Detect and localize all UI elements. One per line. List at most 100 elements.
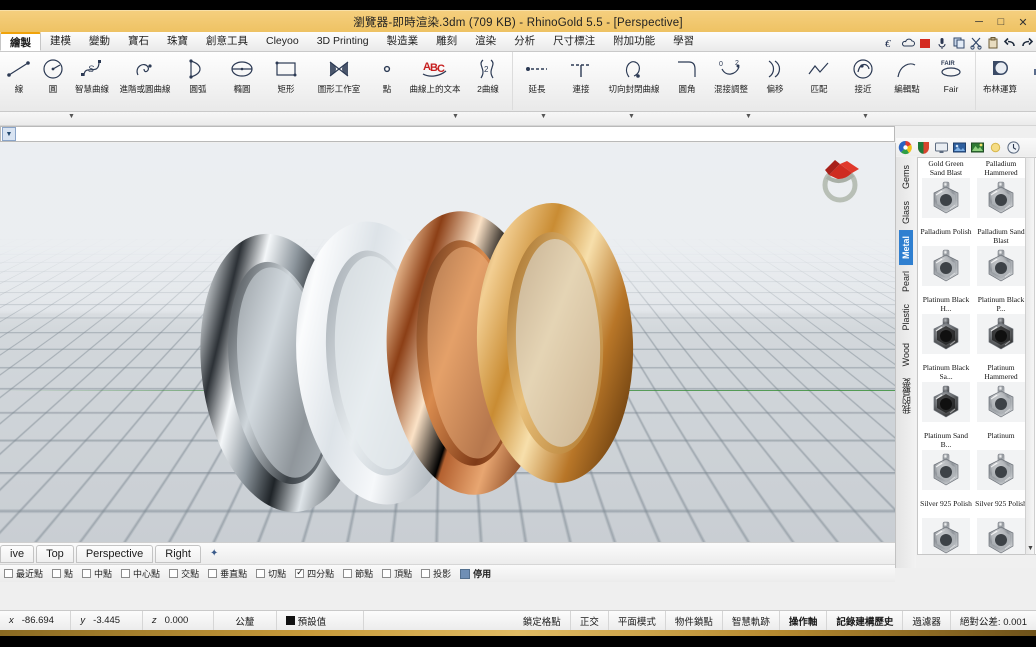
red-square-icon[interactable]: [918, 36, 932, 50]
material-item[interactable]: Palladium Sand Blast: [975, 228, 1027, 291]
display-monitor-icon[interactable]: [934, 140, 949, 155]
osnap-0[interactable]: 最近點: [0, 567, 47, 580]
osnap-checkbox[interactable]: [343, 569, 353, 578]
cut-icon[interactable]: [969, 36, 983, 50]
osnap-checkbox[interactable]: [169, 569, 179, 578]
status-toggle-2[interactable]: 平面模式: [609, 610, 666, 631]
color-wheel-icon[interactable]: [898, 140, 913, 155]
viewport-tab-top[interactable]: Top: [36, 544, 74, 563]
minimize-button[interactable]: ─: [968, 16, 990, 28]
ribbon-button-rectangle[interactable]: 矩形: [264, 52, 308, 110]
microphone-icon[interactable]: [935, 36, 949, 50]
undo-icon[interactable]: [1003, 36, 1017, 50]
status-toggle-4[interactable]: 智慧軌跡: [723, 610, 780, 631]
ribbon-button-advanced-curve[interactable]: 進階或圓曲線: [114, 52, 176, 110]
maximize-button[interactable]: □: [990, 16, 1012, 28]
viewport-tab-perspective[interactable]: Perspective: [75, 544, 154, 563]
status-toggle-7[interactable]: 過濾器: [903, 610, 951, 631]
material-thumbnail[interactable]: [977, 517, 1025, 554]
light-sun-icon[interactable]: [988, 140, 1003, 155]
material-tab-metal[interactable]: Metal: [899, 230, 913, 266]
ribbon-button-blend-adjust[interactable]: 0 2 混接調整: [709, 52, 753, 110]
material-item[interactable]: Palladium Polish: [920, 228, 972, 291]
ribbon-tab-7[interactable]: 3D Printing: [308, 32, 378, 51]
ribbon-tab-13[interactable]: 附加功能: [604, 32, 664, 51]
close-button[interactable]: ✕: [1012, 16, 1034, 29]
osnap-9[interactable]: 頂點: [378, 567, 416, 580]
ring-preview-gizmo-icon[interactable]: [815, 151, 869, 203]
material-thumbnail[interactable]: [922, 381, 970, 427]
material-item[interactable]: Platinum Hammered: [975, 364, 1027, 427]
ribbon-tab-9[interactable]: 雕刻: [427, 32, 466, 51]
ribbon-tab-6[interactable]: Cleyoo: [257, 32, 308, 51]
ribbon-button-line[interactable]: 線: [2, 52, 36, 110]
osnap-5[interactable]: 垂直點: [204, 567, 251, 580]
material-item[interactable]: Silver 925 Polish: [920, 500, 972, 554]
status-units[interactable]: 公釐: [214, 610, 277, 631]
ribbon-button-connect[interactable]: 連接: [559, 52, 603, 110]
osnap-7[interactable]: 四分點: [291, 567, 338, 580]
osnap-6[interactable]: 切點: [252, 567, 290, 580]
ribbon-button-tangent-close[interactable]: 切向封閉曲線: [603, 52, 665, 110]
expander-caret[interactable]: ▼: [452, 113, 459, 120]
ribbon-button-trim[interactable]: 剪切: [1022, 52, 1036, 110]
ribbon-tab-3[interactable]: 寶石: [119, 32, 158, 51]
expander-caret[interactable]: ▼: [628, 113, 635, 120]
ribbon-tab-0[interactable]: 繪製: [0, 32, 41, 51]
expander-caret[interactable]: ▼: [862, 113, 869, 120]
material-thumbnail[interactable]: [977, 449, 1025, 495]
ribbon-tab-1[interactable]: 建模: [41, 32, 80, 51]
material-item[interactable]: Silver 925 Polish: [975, 500, 1027, 554]
command-input-bar[interactable]: ▼: [0, 126, 895, 142]
osnap-checkbox[interactable]: [82, 569, 92, 578]
material-thumbnail[interactable]: [977, 177, 1025, 223]
material-tab-pearl[interactable]: Pearl: [899, 265, 913, 298]
material-item[interactable]: Platinum Black P...: [975, 296, 1027, 359]
osnap-checkbox[interactable]: [52, 569, 62, 578]
ribbon-button-edit-points[interactable]: 編輯點: [885, 52, 929, 110]
status-toggle-6[interactable]: 記錄建構歷史: [827, 610, 904, 631]
ribbon-button-match[interactable]: 匹配: [797, 52, 841, 110]
osnap-11[interactable]: 停用: [456, 567, 495, 580]
ribbon-tab-10[interactable]: 渲染: [466, 32, 505, 51]
material-tab-glass[interactable]: Glass: [899, 195, 913, 230]
osnap-checkbox[interactable]: [208, 569, 218, 578]
ribbon-button-boolean[interactable]: 布林運算: [978, 52, 1022, 110]
material-thumbnail[interactable]: [922, 517, 970, 554]
material-thumbnail[interactable]: [977, 245, 1025, 291]
status-toggle-5[interactable]: 操作軸: [780, 610, 828, 631]
osnap-8[interactable]: 節點: [339, 567, 377, 580]
osnap-3[interactable]: 中心點: [117, 567, 164, 580]
material-tab-gems[interactable]: Gems: [899, 159, 913, 195]
command-input[interactable]: [16, 127, 876, 141]
ribbon-button-point[interactable]: 點: [370, 52, 404, 110]
ring-gold[interactable]: [465, 193, 645, 493]
ribbon-button-circle[interactable]: 圓: [36, 52, 70, 110]
material-item[interactable]: Platinum: [975, 432, 1027, 495]
expander-caret[interactable]: ▼: [745, 113, 752, 120]
viewport-tab-ive[interactable]: ive: [0, 544, 35, 563]
redo-icon[interactable]: [1020, 36, 1034, 50]
osnap-checkbox[interactable]: [421, 569, 431, 578]
osnap-10[interactable]: 投影: [417, 567, 455, 580]
material-thumbnail[interactable]: [922, 313, 970, 359]
material-item[interactable]: Gold Green Sand Blast: [920, 160, 972, 223]
osnap-2[interactable]: 中點: [78, 567, 116, 580]
history-clock-icon[interactable]: [1006, 140, 1021, 155]
ribbon-button-fair[interactable]: FAIR Fair: [929, 52, 973, 110]
cloud-icon[interactable]: [901, 36, 915, 50]
copy-icon[interactable]: [952, 36, 966, 50]
status-toggle-0[interactable]: 鎖定格點: [514, 610, 571, 631]
materials-scrollbar[interactable]: ▼: [1025, 157, 1035, 555]
osnap-1[interactable]: 點: [48, 567, 77, 580]
osnap-checkbox[interactable]: [382, 569, 392, 578]
material-tab-我的最愛[interactable]: 我的最愛: [898, 372, 915, 420]
ribbon-tab-5[interactable]: 創意工具: [197, 32, 257, 51]
ribbon-button-approximate[interactable]: 接近: [841, 52, 885, 110]
landscape-icon[interactable]: [970, 140, 985, 155]
status-toggle-1[interactable]: 正交: [571, 610, 609, 631]
cleyoo-icon[interactable]: €: [884, 36, 898, 50]
ribbon-button-arc[interactable]: 圓弧: [176, 52, 220, 110]
material-item[interactable]: Platinum Sand B...: [920, 432, 972, 495]
expander-caret[interactable]: ▼: [540, 113, 547, 120]
